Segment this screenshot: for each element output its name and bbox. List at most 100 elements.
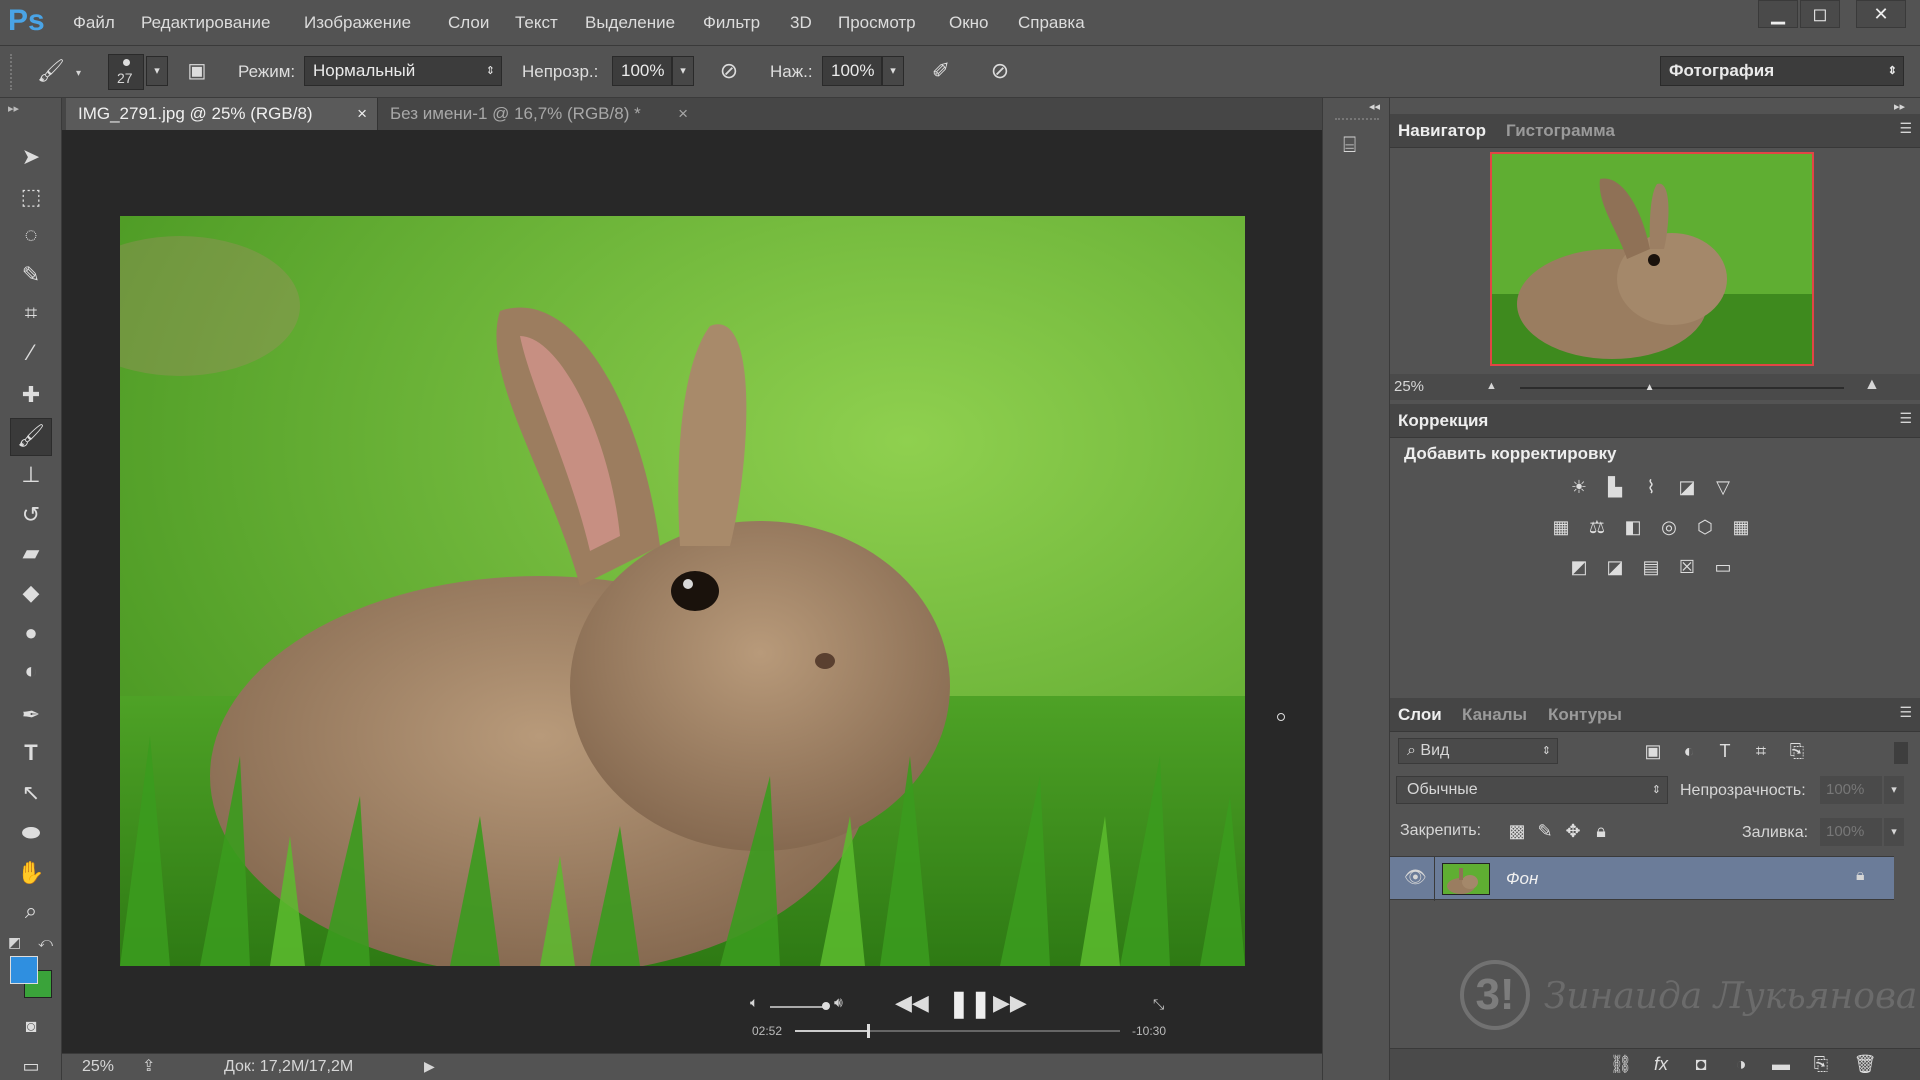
pressure-size-icon[interactable]: ⊘ (983, 58, 1017, 84)
eraser-tool-icon[interactable]: ▰ (14, 540, 48, 566)
maximize-button[interactable]: ◻ (1800, 0, 1840, 28)
lock-transparency-icon[interactable]: ▩ (1504, 818, 1530, 844)
tab-paths[interactable]: Контуры (1548, 705, 1622, 725)
history-panel-icon[interactable]: ⌸ (1343, 132, 1356, 158)
opacity-dropdown[interactable]: ▾ (672, 56, 694, 86)
zoom-tool-icon[interactable]: ⌕ (14, 898, 48, 924)
layer-name[interactable]: Фон (1506, 869, 1538, 889)
expand-panels-icon[interactable]: ▸▸ (1894, 100, 1905, 113)
panel-menu-icon[interactable]: ☰ (1899, 120, 1912, 137)
opacity-field[interactable]: 100% (612, 56, 672, 86)
menu-filter[interactable]: Фильтр (703, 13, 760, 33)
ellipse-tool-icon[interactable]: ⬬ (14, 820, 48, 846)
layer-opacity-dropdown[interactable]: ▾ (1884, 776, 1904, 804)
history-brush-tool-icon[interactable]: ↺ (14, 502, 48, 528)
healing-brush-tool-icon[interactable]: ✚ (14, 382, 48, 408)
layer-filter-select[interactable]: ⌕ Вид ⇕ (1398, 738, 1558, 764)
brush-tool-icon[interactable]: 🖌 (34, 58, 68, 84)
volume-low-icon[interactable]: 🔈︎ (750, 994, 758, 1011)
new-adjustment-layer-icon[interactable]: ◑ (1728, 1051, 1754, 1077)
color-balance-icon[interactable]: ⚖ (1584, 514, 1610, 540)
black-white-icon[interactable]: ◧ (1620, 514, 1646, 540)
workspace-select[interactable]: Фотография ⇕ (1660, 56, 1904, 86)
blur-tool-icon[interactable]: ● (14, 620, 48, 646)
eyedropper-tool-icon[interactable]: ⁄ (14, 340, 48, 366)
photo-filter-icon[interactable]: ◎ (1656, 514, 1682, 540)
curves-icon[interactable]: ⌇ (1638, 474, 1664, 500)
lock-pixels-icon[interactable]: ✎ (1532, 818, 1558, 844)
rewind-icon[interactable]: ◀◀ (895, 990, 929, 1016)
tab-layers[interactable]: Слои (1398, 705, 1442, 725)
blend-mode-select[interactable]: Обычные ⇕ (1396, 776, 1668, 804)
pause-icon[interactable]: ❚❚ (948, 988, 992, 1019)
default-colors-icon[interactable]: ◩ (8, 934, 21, 951)
menu-edit[interactable]: Редактирование (141, 13, 271, 33)
posterize-icon[interactable]: ◪ (1602, 554, 1628, 580)
tab-untitled-1[interactable]: Без имени-1 @ 16,7% (RGB/8) * × (378, 98, 698, 130)
fast-forward-icon[interactable]: ▶▶ (993, 990, 1027, 1016)
menu-3d[interactable]: 3D (790, 13, 812, 33)
filter-type-icon[interactable]: T (1712, 738, 1738, 764)
zoom-level[interactable]: 25% (82, 1058, 114, 1076)
navigator-zoom-slider[interactable]: ▲ (1520, 382, 1844, 393)
tab-histogram[interactable]: Гистограмма (1506, 121, 1615, 141)
volume-handle[interactable] (822, 1002, 830, 1010)
zoom-out-icon[interactable]: ▲ (1486, 380, 1497, 392)
hue-saturation-icon[interactable]: ▦ (1548, 514, 1574, 540)
mode-select[interactable]: Нормальный ⇕ (304, 56, 502, 86)
marquee-tool-icon[interactable]: ⬚ (14, 184, 48, 210)
layer-opacity-field[interactable]: 100% (1820, 776, 1882, 804)
flow-field[interactable]: 100% (822, 56, 882, 86)
dodge-tool-icon[interactable]: ◐ (14, 658, 48, 684)
volume-slider[interactable] (770, 1006, 828, 1008)
crop-tool-icon[interactable]: ⌗ (14, 300, 48, 326)
panel-menu-icon[interactable]: ☰ (1899, 410, 1912, 427)
new-group-icon[interactable]: ▬ (1768, 1051, 1794, 1077)
screen-mode-icon[interactable]: ▭ (14, 1056, 48, 1077)
minimize-button[interactable]: ▁ (1758, 0, 1798, 28)
brush-preset-picker[interactable]: 27 (108, 54, 144, 90)
menu-text[interactable]: Текст (515, 13, 558, 33)
filter-shape-icon[interactable]: ⌗ (1748, 738, 1774, 764)
video-progress-handle[interactable] (866, 1024, 870, 1038)
menu-image[interactable]: Изображение (304, 13, 411, 33)
type-tool-icon[interactable]: T (14, 740, 48, 766)
chevron-down-icon[interactable]: ▾ (76, 68, 81, 79)
brush-tool-active[interactable]: 🖌 (10, 418, 52, 456)
filter-adjustment-icon[interactable]: ◐ (1676, 738, 1702, 764)
fill-field[interactable]: 100% (1820, 818, 1882, 846)
filter-pixel-icon[interactable]: ▣ (1640, 738, 1666, 764)
collapse-toolbar-icon[interactable]: ▸▸ (8, 102, 19, 115)
video-progress-track[interactable] (795, 1024, 1120, 1038)
threshold-icon[interactable]: ▤ (1638, 554, 1664, 580)
volume-high-icon[interactable]: 🔊︎ (834, 994, 843, 1011)
tab-navigator[interactable]: Навигатор (1398, 121, 1486, 141)
lasso-tool-icon[interactable]: ◌ (14, 222, 48, 248)
clone-stamp-tool-icon[interactable]: ⊥ (14, 462, 48, 488)
navigator-preview[interactable] (1490, 152, 1814, 366)
close-icon[interactable]: × (357, 98, 367, 129)
menu-view[interactable]: Просмотр (838, 13, 916, 33)
channel-mixer-icon[interactable]: ⬡ (1692, 514, 1718, 540)
fill-dropdown[interactable]: ▾ (1884, 818, 1904, 846)
close-icon[interactable]: × (678, 98, 688, 129)
brightness-contrast-icon[interactable]: ☀ (1566, 474, 1592, 500)
brush-panel-icon[interactable]: ▣ (180, 58, 214, 83)
menu-help[interactable]: Справка (1018, 13, 1085, 33)
layer-style-icon[interactable]: fx (1648, 1051, 1674, 1077)
new-layer-icon[interactable]: ⎘ (1808, 1051, 1834, 1077)
lock-all-icon[interactable]: 🔒︎ (1588, 818, 1614, 844)
collapse-dock-icon[interactable]: ◂◂ (1369, 100, 1380, 113)
filter-smart-object-icon[interactable]: ⎘ (1784, 738, 1810, 764)
zoom-in-icon[interactable]: ▲ (1864, 376, 1880, 394)
exit-fullscreen-icon[interactable]: ⤡ (1153, 996, 1164, 1013)
vibrance-icon[interactable]: ▽ (1710, 474, 1736, 500)
close-window-button[interactable]: ✕ (1856, 0, 1906, 28)
layer-lock-icon[interactable]: 🔒︎ (1856, 867, 1865, 885)
brush-preset-dropdown[interactable]: ▾ (146, 56, 168, 86)
invert-icon[interactable]: ◩ (1566, 554, 1592, 580)
menu-file[interactable]: Файл (73, 13, 115, 33)
tab-channels[interactable]: Каналы (1462, 705, 1527, 725)
paint-bucket-tool-icon[interactable]: ◆ (14, 580, 48, 606)
filter-toggle[interactable] (1894, 742, 1908, 764)
